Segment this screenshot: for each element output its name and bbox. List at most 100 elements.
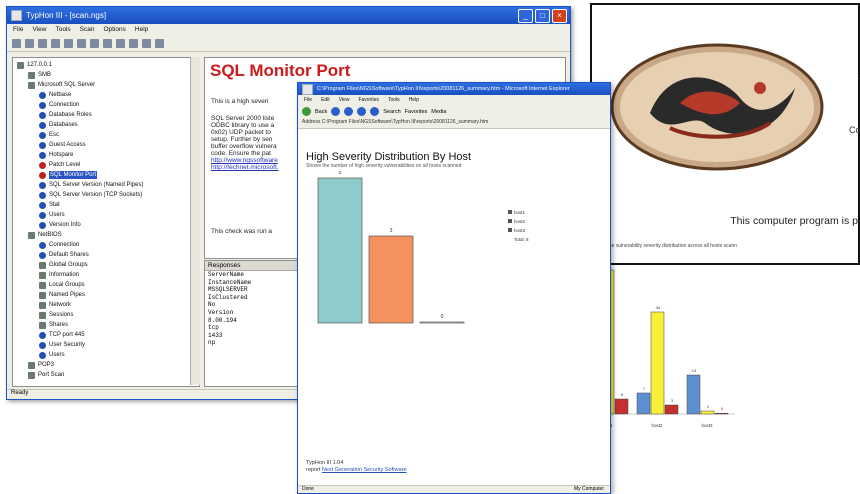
bar-value-label: 3 (390, 228, 393, 234)
menu-options[interactable]: Options (103, 26, 125, 33)
tree-node[interactable]: Database Roles (39, 111, 92, 119)
vuln-bar (664, 404, 679, 415)
legend-entry: Total: 8 (514, 237, 529, 242)
tree-node[interactable]: Port Scan (28, 371, 64, 379)
open-icon[interactable] (25, 38, 34, 48)
stop-icon[interactable] (77, 38, 86, 48)
ie-menu-favorites[interactable]: Favorites (358, 97, 379, 103)
tree-node-label: SQL Monitor Port (49, 171, 98, 179)
help-icon[interactable] (155, 38, 164, 48)
address-bar[interactable]: Address C:\Program Files\NGSSoftware\Typ… (298, 119, 610, 129)
tree-node[interactable]: Patch Level (39, 161, 80, 169)
scanner-toolbar (7, 35, 570, 52)
vuln-bar-label: 3 (671, 398, 674, 403)
tree-node[interactable]: Default Shares (39, 251, 89, 259)
tree-node[interactable]: Global Groups (39, 261, 88, 269)
tree-scrollbar[interactable] (190, 57, 200, 385)
tree-node[interactable]: Connection (39, 101, 79, 109)
tree-node[interactable]: TCP port 445 (39, 331, 85, 339)
maximize-button[interactable]: □ (535, 9, 550, 23)
tree-node[interactable]: Sessions (39, 311, 73, 319)
home-icon[interactable] (370, 107, 380, 116)
tree-node-label: Users (49, 352, 65, 358)
response-line: No (208, 301, 216, 309)
tree-node[interactable]: Network (39, 301, 71, 309)
stop-icon[interactable] (344, 107, 354, 116)
tree-node[interactable]: Esc (39, 131, 59, 139)
tree-node[interactable]: NetBIOS (28, 231, 62, 239)
tree-node[interactable]: Databases (39, 121, 78, 129)
tree-node[interactable]: Version Info (39, 221, 81, 229)
tree-node[interactable]: Information (39, 271, 79, 279)
refresh-icon[interactable] (90, 38, 99, 48)
ngs-link[interactable]: Next Generation Security Software (322, 467, 407, 473)
vuln-bar (686, 374, 701, 415)
tree-node-label: Connection (49, 242, 80, 248)
ie-menu-tools[interactable]: Tools (388, 97, 400, 103)
ref-link-2[interactable]: http://technet.microsoft. (211, 164, 279, 171)
close-button[interactable]: × (552, 9, 567, 23)
tree-node[interactable]: Stat (39, 201, 60, 209)
tree-node[interactable]: Users (39, 351, 65, 359)
tree-node[interactable]: Guest Access (39, 141, 86, 149)
ie-menu-help[interactable]: Help (409, 97, 419, 103)
tree-node[interactable]: Shares (39, 321, 68, 329)
favorites-button[interactable]: Favorites (405, 109, 428, 115)
tree-node-label: Default Shares (49, 252, 89, 258)
report-footer-version: TypHon III 1.04 (306, 460, 344, 466)
ie-menu-view[interactable]: View (339, 97, 350, 103)
monitor-icon[interactable] (129, 38, 138, 48)
chart-icon[interactable] (142, 38, 151, 48)
response-line: InstanceName (208, 278, 252, 286)
folder-icon (39, 261, 46, 269)
menu-tools[interactable]: Tools (55, 26, 70, 33)
folder-icon (28, 371, 35, 379)
tree-node[interactable]: 127.0.0.1 (17, 61, 52, 69)
menu-help[interactable]: Help (135, 26, 148, 33)
menu-scan[interactable]: Scan (80, 26, 95, 33)
back-icon[interactable] (302, 107, 311, 116)
tree-node[interactable]: SQL Server Version (TCP Sockets) (39, 191, 142, 199)
check-status-icon (39, 171, 46, 179)
ie-menu-edit[interactable]: Edit (321, 97, 330, 103)
check-status-icon (39, 211, 46, 219)
tree-node[interactable]: User Security (39, 341, 85, 349)
report-icon[interactable] (103, 38, 112, 48)
save-icon[interactable] (51, 38, 60, 48)
address-value[interactable]: C:\Program Files\NGSSoftware\TypHon III\… (322, 119, 489, 125)
tree-node[interactable]: Hotspare (39, 151, 73, 159)
new-icon[interactable] (12, 38, 21, 48)
vuln-bar (614, 398, 629, 415)
check-status-icon (39, 331, 46, 339)
media-button[interactable]: Media (431, 109, 446, 115)
forward-icon[interactable] (331, 107, 341, 116)
tree-node[interactable]: Netbase (39, 91, 71, 99)
tree-node[interactable]: SQL Monitor Port (39, 171, 98, 179)
tree-node[interactable]: Named Pipes (39, 291, 85, 299)
tree-node[interactable]: Local Groups (39, 281, 85, 289)
refresh-icon[interactable] (357, 107, 367, 116)
tree-node[interactable]: Connection (39, 241, 79, 249)
browser-window-title: C:\Program Files\NGSSoftware\TypHon III\… (317, 86, 570, 92)
browser-status-right: My Computer (573, 486, 604, 492)
host-tree[interactable]: 127.0.0.1 SMB Microsoft SQL Server Netbase C… (12, 57, 200, 387)
check-status-icon (39, 111, 46, 119)
tree-node[interactable]: POP3 (28, 361, 54, 369)
ref-link-1[interactable]: http://www.ngssoftware (211, 157, 278, 164)
minimize-button[interactable]: _ (518, 9, 533, 23)
ie-menu-file[interactable]: File (304, 97, 312, 103)
tree-node-label: SQL Server Version (TCP Sockets) (49, 192, 143, 198)
back-button[interactable]: Back (315, 109, 327, 115)
vuln-bar (700, 410, 715, 415)
tree-node[interactable]: SMB (28, 71, 51, 79)
menu-file[interactable]: File (13, 26, 23, 33)
folder-icon[interactable] (38, 38, 47, 48)
tree-node[interactable]: SQL Server Version (Named Pipes) (39, 181, 143, 189)
scan-icon[interactable] (64, 38, 73, 48)
search-button[interactable]: Search (383, 109, 400, 115)
grid-icon[interactable] (116, 38, 125, 48)
app-icon (11, 10, 22, 21)
tree-node[interactable]: Microsoft SQL Server (28, 81, 95, 89)
tree-node[interactable]: Users (39, 211, 65, 219)
menu-view[interactable]: View (32, 26, 46, 33)
